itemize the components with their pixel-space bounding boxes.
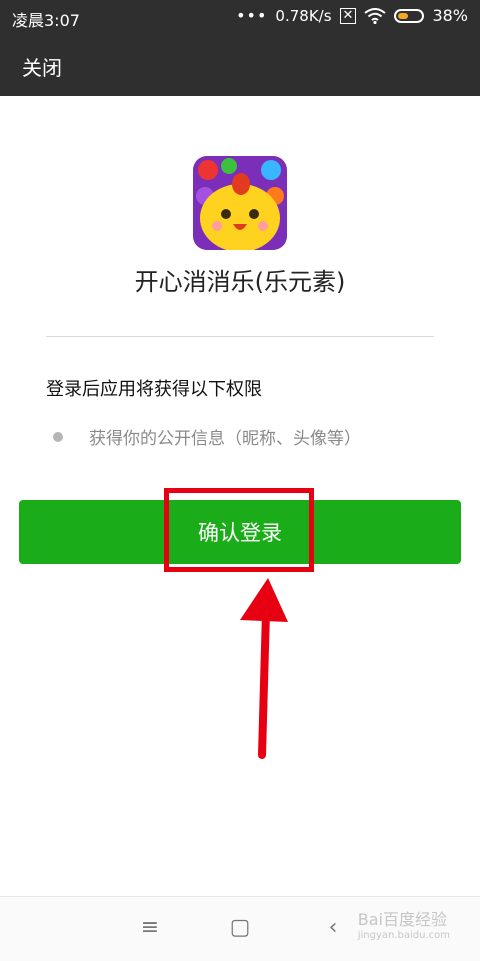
arrow-annotation-icon — [240, 578, 288, 759]
watermark: Bai百度经验 jingyan.baidu.com — [358, 906, 450, 941]
watermark-brand: Bai百度经验 — [357, 910, 447, 929]
home-icon[interactable]: ▢ — [225, 913, 255, 943]
back-icon[interactable]: ‹ — [318, 913, 348, 943]
watermark-url: jingyan.baidu.com — [357, 930, 450, 941]
menu-icon[interactable]: ≡ — [135, 913, 165, 943]
